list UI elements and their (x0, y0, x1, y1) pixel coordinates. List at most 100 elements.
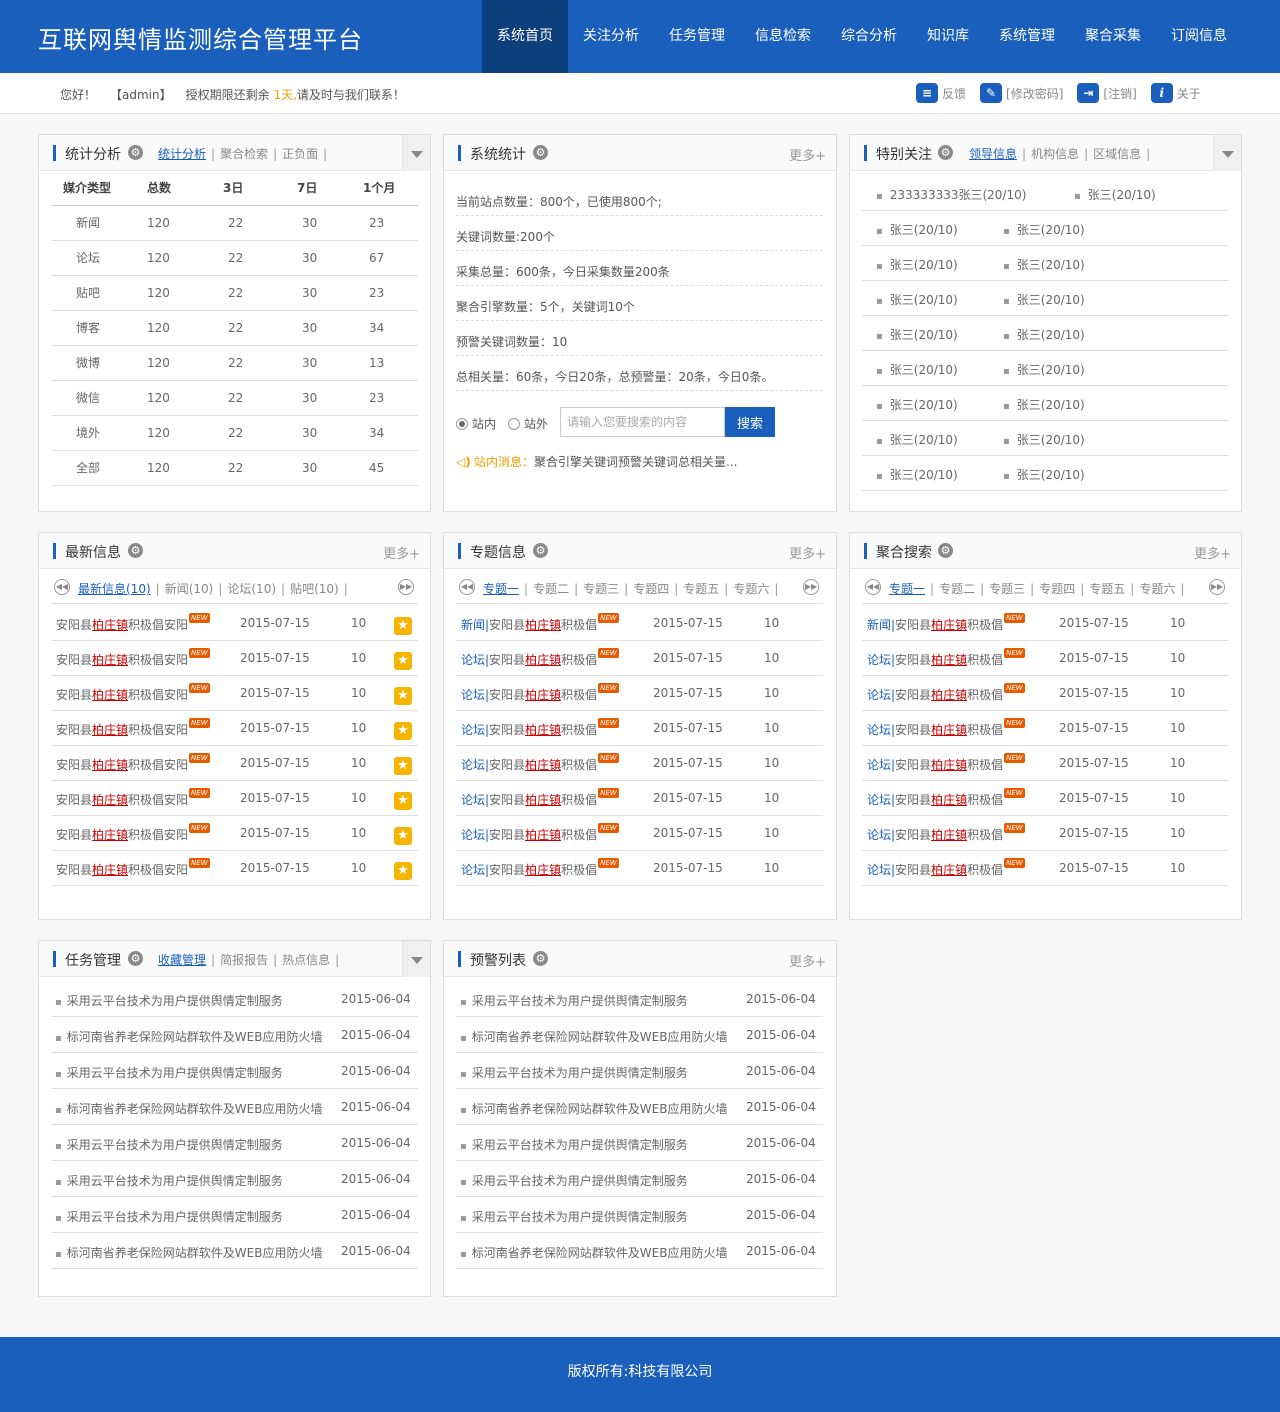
nav-system-management[interactable]: 系统管理 (984, 0, 1070, 73)
tab-topic-6[interactable]: 专题六 (1139, 582, 1175, 596)
list-item-title[interactable]: 标河南省养老保险网站群软件及WEB应用防火墙 (55, 1244, 323, 1261)
attention-item[interactable]: 张三(20/10) (876, 396, 958, 413)
tab-forum[interactable]: 论坛(10) (227, 582, 276, 596)
attention-item[interactable]: 张三(20/10) (876, 256, 958, 273)
radio-out-site[interactable]: 站外 (508, 415, 548, 432)
tab-topic-6[interactable]: 专题六 (733, 582, 769, 596)
more-link[interactable]: 更多+ (789, 951, 826, 970)
list-item-title[interactable]: 论坛|安阳县柏庄镇积极倡 NEW (461, 788, 619, 808)
tab-stats-analysis[interactable]: 统计分析 (158, 147, 206, 161)
chevron-down-icon[interactable] (402, 941, 430, 977)
favorite-star-icon[interactable]: ★ (394, 617, 412, 635)
list-item-title[interactable]: 采用云平台技术为用户提供舆情定制服务 (55, 992, 283, 1009)
list-item-title[interactable]: 论坛|安阳县柏庄镇积极倡 NEW (867, 683, 1025, 703)
favorite-star-icon[interactable]: ★ (394, 652, 412, 670)
tab-tieba[interactable]: 贴吧(10) (290, 582, 339, 596)
chevron-down-icon[interactable] (402, 135, 430, 171)
site-notice[interactable]: ◁) 站内消息：聚合引擎关键词预警关键词总相关量... (456, 453, 737, 470)
list-item-title[interactable]: 新闻|安阳县柏庄镇积极倡 NEW (461, 613, 619, 633)
chevron-down-icon[interactable] (1213, 135, 1241, 171)
gear-icon[interactable]: ⚙ (533, 543, 548, 558)
list-item-title[interactable]: 论坛|安阳县柏庄镇积极倡 NEW (461, 753, 619, 773)
feedback-button[interactable]: ≡ 反馈 (916, 83, 966, 103)
tab-aggregate-search[interactable]: 聚合检索 (220, 147, 268, 161)
favorite-star-icon[interactable]: ★ (394, 722, 412, 740)
gear-icon[interactable]: ⚙ (128, 951, 143, 966)
list-item-title[interactable]: 论坛|安阳县柏庄镇积极倡 NEW (867, 753, 1025, 773)
change-password-button[interactable]: ✎ [修改密码] (980, 83, 1063, 103)
tab-briefing[interactable]: 简报报告 (220, 953, 268, 967)
next-arrow-icon[interactable]: ▶▶ (398, 579, 414, 595)
gear-icon[interactable]: ⚙ (938, 145, 953, 160)
list-item-title[interactable]: 论坛|安阳县柏庄镇积极倡 NEW (461, 718, 619, 738)
list-item-title[interactable]: 采用云平台技术为用户提供舆情定制服务 (55, 1208, 283, 1225)
nav-info-search[interactable]: 信息检索 (740, 0, 826, 73)
logout-button[interactable]: ⇥ [注销] (1077, 83, 1137, 103)
tab-favorites[interactable]: 收藏管理 (158, 953, 206, 967)
tab-leader-info[interactable]: 领导信息 (969, 147, 1017, 161)
tab-topic-1[interactable]: 专题一 (483, 582, 519, 596)
list-item-title[interactable]: 采用云平台技术为用户提供舆情定制服务 (460, 1136, 688, 1153)
list-item-title[interactable]: 论坛|安阳县柏庄镇积极倡 NEW (867, 823, 1025, 843)
nav-aggregate-collect[interactable]: 聚合采集 (1070, 0, 1156, 73)
attention-item[interactable]: 张三(20/10) (1003, 221, 1085, 238)
tab-topic-4[interactable]: 专题四 (633, 582, 669, 596)
list-item-title[interactable]: 论坛|安阳县柏庄镇积极倡 NEW (867, 788, 1025, 808)
list-item-title[interactable]: 采用云平台技术为用户提供舆情定制服务 (460, 1064, 688, 1081)
tab-topic-1[interactable]: 专题一 (889, 582, 925, 596)
list-item-title[interactable]: 安阳县柏庄镇积极倡安阳 NEW (56, 613, 210, 633)
list-item-title[interactable]: 标河南省养老保险网站群软件及WEB应用防火墙 (460, 1244, 728, 1261)
list-item-title[interactable]: 标河南省养老保险网站群软件及WEB应用防火墙 (460, 1100, 728, 1117)
list-item-title[interactable]: 标河南省养老保险网站群软件及WEB应用防火墙 (55, 1028, 323, 1045)
prev-arrow-icon[interactable]: ◀◀ (865, 579, 881, 595)
attention-item[interactable]: 张三(20/10) (1003, 361, 1085, 378)
list-item-title[interactable]: 采用云平台技术为用户提供舆情定制服务 (55, 1136, 283, 1153)
tab-topic-3[interactable]: 专题三 (989, 582, 1025, 596)
list-item-title[interactable]: 新闻|安阳县柏庄镇积极倡 NEW (867, 613, 1025, 633)
gear-icon[interactable]: ⚙ (128, 543, 143, 558)
list-item-title[interactable]: 安阳县柏庄镇积极倡安阳 NEW (56, 753, 210, 773)
nav-comprehensive-analysis[interactable]: 综合分析 (826, 0, 912, 73)
gear-icon[interactable]: ⚙ (128, 145, 143, 160)
more-link[interactable]: 更多+ (383, 543, 420, 562)
tab-topic-5[interactable]: 专题五 (1089, 582, 1125, 596)
attention-item[interactable]: 张三(20/10) (876, 431, 958, 448)
list-item-title[interactable]: 采用云平台技术为用户提供舆情定制服务 (460, 1208, 688, 1225)
attention-item[interactable]: 张三(20/10) (876, 221, 958, 238)
list-item-title[interactable]: 论坛|安阳县柏庄镇积极倡 NEW (867, 858, 1025, 878)
list-item-title[interactable]: 采用云平台技术为用户提供舆情定制服务 (55, 1172, 283, 1189)
list-item-title[interactable]: 标河南省养老保险网站群软件及WEB应用防火墙 (55, 1100, 323, 1117)
next-arrow-icon[interactable]: ▶▶ (803, 579, 819, 595)
more-link[interactable]: 更多+ (789, 543, 826, 562)
tab-topic-2[interactable]: 专题二 (939, 582, 975, 596)
gear-icon[interactable]: ⚙ (533, 145, 548, 160)
list-item-title[interactable]: 标河南省养老保险网站群软件及WEB应用防火墙 (460, 1028, 728, 1045)
tab-latest[interactable]: 最新信息(10) (78, 582, 151, 596)
list-item-title[interactable]: 论坛|安阳县柏庄镇积极倡 NEW (461, 823, 619, 843)
list-item-title[interactable]: 采用云平台技术为用户提供舆情定制服务 (460, 1172, 688, 1189)
list-item-title[interactable]: 安阳县柏庄镇积极倡安阳 NEW (56, 718, 210, 738)
search-button[interactable]: 搜索 (725, 407, 775, 437)
list-item-title[interactable]: 采用云平台技术为用户提供舆情定制服务 (460, 992, 688, 1009)
nav-task-management[interactable]: 任务管理 (654, 0, 740, 73)
attention-item[interactable]: 张三(20/10) (1003, 256, 1085, 273)
gear-icon[interactable]: ⚙ (533, 951, 548, 966)
attention-item[interactable]: 张三(20/10) (1003, 326, 1085, 343)
tab-topic-3[interactable]: 专题三 (583, 582, 619, 596)
list-item-title[interactable]: 论坛|安阳县柏庄镇积极倡 NEW (867, 648, 1025, 668)
more-link[interactable]: 更多+ (789, 145, 826, 164)
tab-region-info[interactable]: 区域信息 (1093, 147, 1141, 161)
tab-topic-2[interactable]: 专题二 (533, 582, 569, 596)
nav-knowledge-base[interactable]: 知识库 (912, 0, 984, 73)
list-item-title[interactable]: 安阳县柏庄镇积极倡安阳 NEW (56, 823, 210, 843)
attention-item[interactable]: 张三(20/10) (1003, 396, 1085, 413)
list-item-title[interactable]: 论坛|安阳县柏庄镇积极倡 NEW (461, 683, 619, 703)
attention-item[interactable]: 张三(20/10) (876, 291, 958, 308)
nav-home[interactable]: 系统首页 (482, 0, 568, 73)
tab-hot-info[interactable]: 热点信息 (282, 953, 330, 967)
tab-sentiment[interactable]: 正负面 (282, 147, 318, 161)
list-item-title[interactable]: 论坛|安阳县柏庄镇积极倡 NEW (867, 718, 1025, 738)
search-input[interactable] (560, 407, 725, 437)
attention-item[interactable]: 张三(20/10) (1003, 466, 1085, 483)
attention-item[interactable]: 张三(20/10) (1003, 291, 1085, 308)
